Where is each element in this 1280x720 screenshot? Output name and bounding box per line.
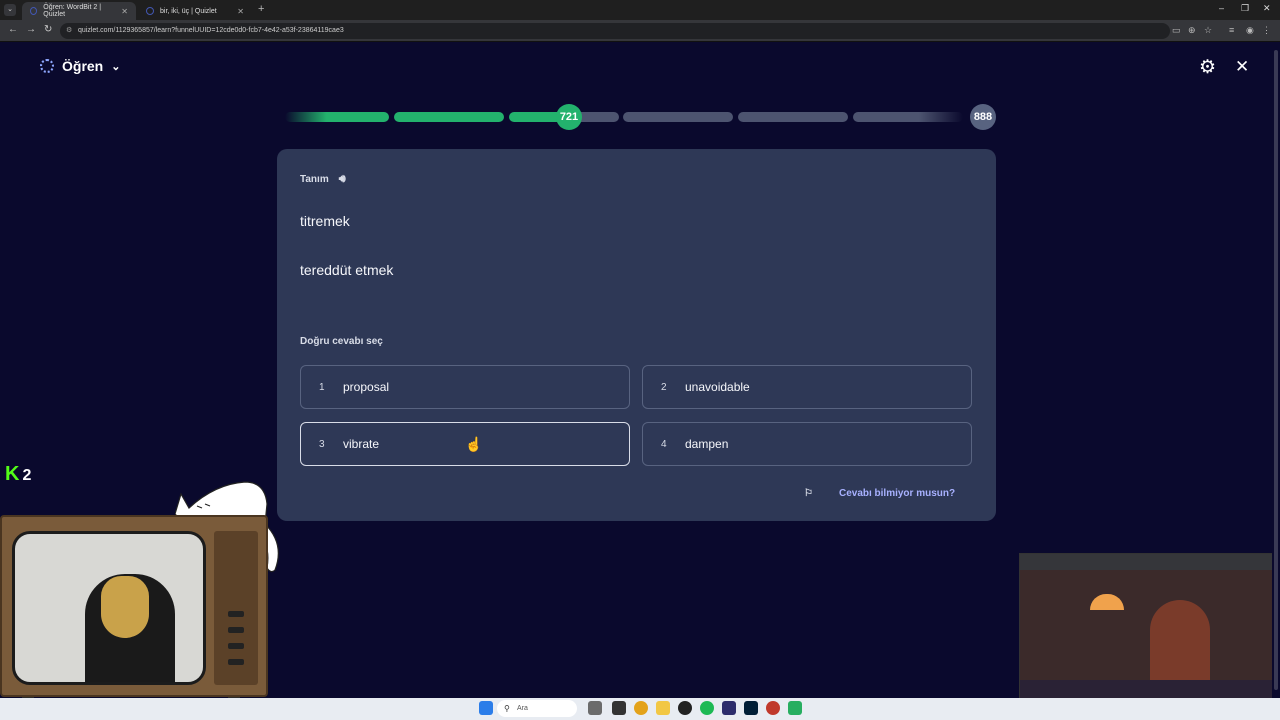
hand-cursor-icon: ☝ [465, 436, 483, 452]
dont-know-row: ⚐ Cevabı bilmiyor musun? [804, 488, 955, 499]
definition-label-row: Tanım 🔊︎ [300, 173, 346, 186]
progress-segment-remaining [738, 112, 848, 122]
answer-option-2[interactable]: 2 unavoidable [642, 365, 972, 409]
url-text: quizlet.com/1129365857/learn?funnelUUID=… [78, 27, 344, 34]
flag-icon[interactable]: ⚐ [804, 488, 813, 499]
back-icon[interactable]: ← [8, 24, 18, 35]
option-number: 2 [661, 381, 667, 393]
progress-segment-remaining [623, 112, 733, 122]
speaker-icon[interactable]: 🔊︎ [339, 173, 346, 186]
tab-title: Öğren: WordBit 2 | Quizlet [43, 4, 102, 18]
taskbar-search[interactable]: ⚲ Ara [497, 700, 577, 717]
task-view-icon[interactable] [612, 701, 626, 715]
pip-browser-chrome [1020, 554, 1279, 570]
option-text: proposal [343, 380, 390, 394]
kick-logo-icon: K [5, 463, 20, 485]
url-field[interactable]: ⚙ quizlet.com/1129365857/learn?funnelUUI… [60, 23, 1170, 39]
dont-know-link[interactable]: Cevabı bilmiyor musun? [839, 488, 955, 499]
definition-line: titremek [300, 213, 350, 229]
kick-viewer-badge: K2 [5, 463, 31, 486]
progress-segment-done [285, 112, 389, 122]
kick-viewer-count: 2 [22, 467, 32, 484]
question-card: Tanım 🔊︎ titremek tereddüt etmek Doğru c… [277, 149, 996, 521]
photoshop-icon[interactable] [744, 701, 758, 715]
hockey-mask [101, 576, 149, 638]
browser-menu-icon[interactable]: ⋮ [1262, 25, 1271, 36]
browser-tab-bar: ⌄ Öğren: WordBit 2 | Quizlet ✕ bir, iki,… [0, 0, 1280, 20]
quizlet-favicon-icon [146, 7, 154, 15]
option-number: 4 [661, 438, 667, 450]
cast-icon[interactable]: ▭ [1172, 25, 1181, 36]
profile-icon[interactable]: ◉ [1246, 25, 1254, 36]
answer-option-1[interactable]: 1 proposal [300, 365, 630, 409]
zoom-icon[interactable]: ⊕ [1188, 25, 1196, 36]
option-text: dampen [685, 437, 729, 451]
webcam-feed [12, 531, 206, 685]
progress-total-count: 888 [970, 104, 996, 130]
address-bar: ← → ↻ ⚙ quizlet.com/1129365857/learn?fun… [0, 20, 1280, 42]
answer-prompt: Doğru cevabı seç [300, 336, 383, 347]
progress-segment-done [394, 112, 504, 122]
tab-title: bir, iki, üç | Quizlet [160, 7, 217, 15]
forward-icon[interactable]: → [26, 24, 36, 35]
obs-icon[interactable] [678, 701, 692, 715]
close-tab-icon[interactable]: ✕ [121, 7, 128, 16]
learn-mode-icon [40, 59, 54, 73]
restore-icon[interactable]: ❐ [1241, 3, 1249, 14]
webcam-tv-frame [0, 515, 268, 697]
option-text: unavoidable [685, 380, 750, 394]
definition-line: tereddüt etmek [300, 262, 394, 278]
page-scrollbar[interactable] [1272, 42, 1280, 698]
tv-control-panel [214, 531, 258, 685]
spotify-icon[interactable] [700, 701, 714, 715]
search-placeholder: Ara [517, 705, 528, 712]
browser-tab[interactable]: bir, iki, üç | Quizlet ✕ [138, 2, 252, 20]
option-text: vibrate [343, 437, 380, 451]
close-window-icon[interactable]: ✕ [1263, 3, 1271, 14]
browser-tab-active[interactable]: Öğren: WordBit 2 | Quizlet ✕ [22, 2, 136, 20]
tab-search-icon[interactable]: ⌄ [4, 4, 16, 16]
new-tab-icon[interactable]: + [258, 3, 264, 15]
chevron-down-icon: ⌄ [111, 60, 121, 73]
option-number: 3 [319, 438, 325, 450]
settings-gear-icon[interactable]: ⚙ [1199, 56, 1216, 79]
study-mode-selector[interactable]: Öğren ⌄ [40, 58, 120, 74]
windows-taskbar: ⚲ Ara [0, 698, 1280, 720]
file-explorer-icon[interactable] [656, 701, 670, 715]
bookmark-star-icon[interactable]: ☆ [1204, 25, 1212, 36]
taskbar-app-icon[interactable] [588, 701, 602, 715]
quizlet-favicon-icon [30, 7, 38, 15]
search-icon: ⚲ [504, 704, 510, 713]
option-number: 1 [319, 381, 325, 393]
section-label: Tanım [300, 174, 329, 185]
music-stream-window[interactable] [1019, 553, 1280, 720]
study-mode-label: Öğren [62, 58, 104, 74]
chrome-icon[interactable] [634, 701, 648, 715]
start-icon[interactable] [479, 701, 493, 715]
reload-icon[interactable]: ↻ [44, 24, 52, 35]
site-info-icon[interactable]: ⚙ [66, 23, 72, 39]
progress-segment-remaining [853, 112, 963, 122]
answer-option-4[interactable]: 4 dampen [642, 422, 972, 466]
progress-current-count: 721 [556, 104, 582, 130]
close-icon[interactable]: ✕ [1235, 57, 1249, 77]
minimize-icon[interactable]: – [1219, 3, 1224, 13]
taskbar-app-icon[interactable] [766, 701, 780, 715]
premiere-icon[interactable] [722, 701, 736, 715]
taskbar-app-icon[interactable] [788, 701, 802, 715]
close-tab-icon[interactable]: ✕ [237, 7, 244, 16]
reading-list-icon[interactable]: ≡ [1229, 25, 1234, 35]
